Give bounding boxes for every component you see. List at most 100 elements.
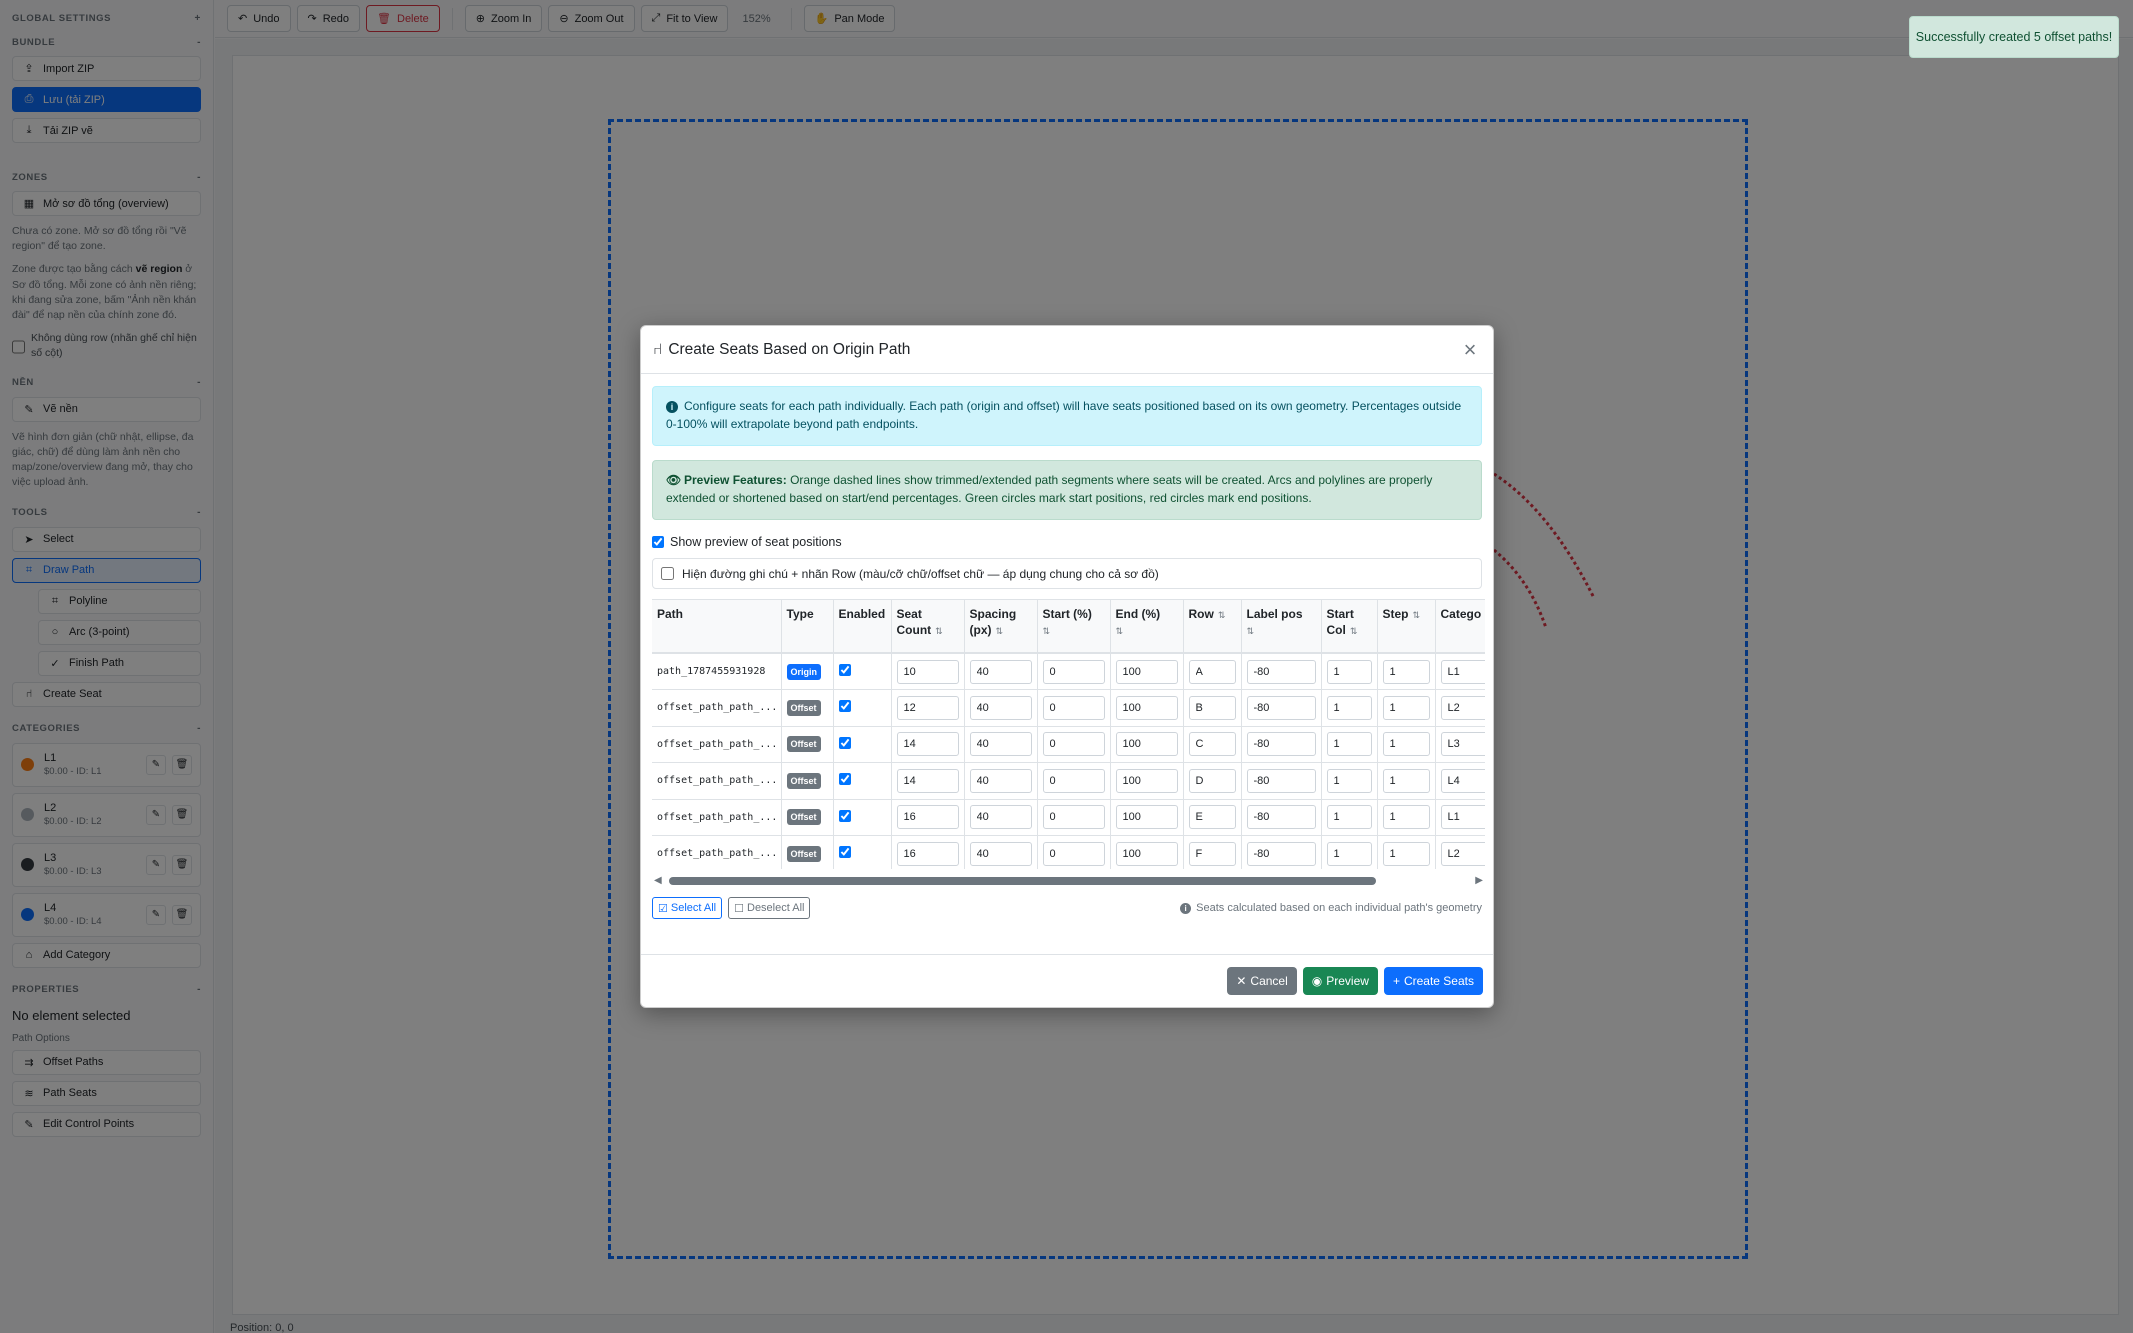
step-input[interactable] bbox=[1382, 841, 1430, 866]
enabled-checkbox[interactable] bbox=[838, 700, 851, 713]
start-percent-input[interactable] bbox=[1042, 659, 1105, 684]
enabled-checkbox[interactable] bbox=[838, 736, 851, 749]
end-percent-input[interactable] bbox=[1115, 841, 1178, 866]
cell bbox=[1110, 835, 1184, 869]
label-pos-input[interactable] bbox=[1246, 841, 1316, 866]
show-preview-checkbox[interactable]: Show preview of seat positions bbox=[652, 534, 1482, 550]
geometry-note: i Seats calculated based on each individu… bbox=[1180, 902, 1482, 914]
step-input[interactable] bbox=[1382, 732, 1430, 757]
start-col-input[interactable] bbox=[1326, 695, 1372, 720]
start-col-input[interactable] bbox=[1326, 841, 1372, 866]
enabled-checkbox[interactable] bbox=[838, 773, 851, 786]
spacing-input[interactable] bbox=[969, 732, 1032, 757]
row-input[interactable] bbox=[1188, 695, 1236, 720]
start-percent-input[interactable] bbox=[1042, 732, 1105, 757]
row-input[interactable] bbox=[1188, 659, 1236, 684]
cell bbox=[964, 653, 1038, 690]
seat-count-input[interactable] bbox=[896, 659, 959, 684]
start-percent-input[interactable] bbox=[1042, 841, 1105, 866]
checkbox[interactable] bbox=[652, 536, 664, 548]
cancel-button[interactable]: ✕ Cancel bbox=[1227, 967, 1297, 995]
header-label: Step bbox=[1382, 607, 1409, 621]
enabled-checkbox[interactable] bbox=[838, 846, 851, 859]
category-input[interactable] bbox=[1440, 768, 1485, 793]
spacing-input[interactable] bbox=[969, 695, 1032, 720]
row-input[interactable] bbox=[1188, 768, 1236, 793]
category-input[interactable] bbox=[1440, 659, 1485, 684]
seat-count-input[interactable] bbox=[896, 805, 959, 830]
label-pos-input[interactable] bbox=[1246, 659, 1316, 684]
start-percent-input[interactable] bbox=[1042, 805, 1105, 830]
create-seats-button[interactable]: + Create Seats bbox=[1383, 967, 1483, 995]
end-percent-input[interactable] bbox=[1115, 659, 1178, 684]
label-pos-input[interactable] bbox=[1246, 768, 1316, 793]
select-all-button[interactable]: ☑ Select All bbox=[652, 897, 723, 919]
row-input[interactable] bbox=[1188, 841, 1236, 866]
enabled-checkbox[interactable] bbox=[838, 809, 851, 822]
sort-icon[interactable]: ⇅ bbox=[1043, 626, 1051, 636]
col-header-path: Path bbox=[652, 600, 782, 654]
row-note-checkbox[interactable]: Hiện đường ghi chú + nhãn Row (màu/cỡ ch… bbox=[652, 558, 1482, 589]
sort-icon[interactable]: ⇅ bbox=[1413, 610, 1421, 620]
label-pos-input[interactable] bbox=[1246, 695, 1316, 720]
col-header-start-col[interactable]: Start Col ⇅ bbox=[1321, 600, 1378, 654]
end-percent-input[interactable] bbox=[1115, 732, 1178, 757]
start-col-input[interactable] bbox=[1326, 732, 1372, 757]
col-header-end[interactable]: End (%) ⇅ bbox=[1110, 600, 1184, 654]
row-input[interactable] bbox=[1188, 805, 1236, 830]
spacing-input[interactable] bbox=[969, 768, 1032, 793]
category-input[interactable] bbox=[1440, 805, 1485, 830]
col-header-seat-count[interactable]: Seat Count ⇅ bbox=[891, 600, 965, 654]
sort-icon[interactable]: ⇅ bbox=[1247, 626, 1255, 636]
spacing-input[interactable] bbox=[969, 841, 1032, 866]
label-pos-input[interactable] bbox=[1246, 732, 1316, 757]
start-percent-input[interactable] bbox=[1042, 695, 1105, 720]
end-percent-input[interactable] bbox=[1115, 768, 1178, 793]
seat-count-input[interactable] bbox=[896, 841, 959, 866]
start-col-input[interactable] bbox=[1326, 768, 1372, 793]
cell bbox=[964, 726, 1038, 763]
sort-icon[interactable]: ⇅ bbox=[1350, 626, 1358, 636]
spacing-input[interactable] bbox=[969, 805, 1032, 830]
checkbox[interactable] bbox=[661, 567, 674, 580]
type-badge: Offset bbox=[786, 772, 821, 789]
start-col-input[interactable] bbox=[1326, 659, 1372, 684]
step-input[interactable] bbox=[1382, 805, 1430, 830]
category-input[interactable] bbox=[1440, 841, 1485, 866]
col-header-step[interactable]: Step ⇅ bbox=[1377, 600, 1436, 654]
col-header-label-pos[interactable]: Label pos ⇅ bbox=[1241, 600, 1322, 654]
scrollbar-thumb[interactable] bbox=[669, 877, 1376, 885]
close-icon[interactable]: × bbox=[1459, 338, 1481, 361]
step-input[interactable] bbox=[1382, 695, 1430, 720]
paths-table-container[interactable]: Path Type Enabled Seat Count ⇅ Spacing (p… bbox=[652, 599, 1485, 869]
col-header-start[interactable]: Start (%) ⇅ bbox=[1037, 600, 1111, 654]
preview-button[interactable]: ◉ Preview bbox=[1302, 967, 1378, 995]
category-input[interactable] bbox=[1440, 732, 1485, 757]
enabled-checkbox[interactable] bbox=[838, 664, 851, 676]
end-percent-input[interactable] bbox=[1115, 805, 1178, 830]
sort-icon[interactable]: ⇅ bbox=[935, 626, 943, 636]
label-pos-input[interactable] bbox=[1246, 805, 1316, 830]
start-percent-input[interactable] bbox=[1042, 768, 1105, 793]
col-header-spacing[interactable]: Spacing (px) ⇅ bbox=[964, 600, 1038, 654]
seat-count-input[interactable] bbox=[896, 695, 959, 720]
scroll-left-icon[interactable]: ◀ bbox=[654, 875, 662, 886]
horizontal-scrollbar[interactable]: ◀ ▶ bbox=[652, 873, 1485, 889]
seat-count-input[interactable] bbox=[896, 768, 959, 793]
sort-icon[interactable]: ⇅ bbox=[1116, 626, 1124, 636]
sort-icon[interactable]: ⇅ bbox=[1218, 610, 1226, 620]
end-percent-input[interactable] bbox=[1115, 695, 1178, 720]
sort-icon[interactable]: ⇅ bbox=[996, 626, 1004, 636]
seat-count-input[interactable] bbox=[896, 732, 959, 757]
col-header-row[interactable]: Row ⇅ bbox=[1183, 600, 1242, 654]
step-input[interactable] bbox=[1382, 768, 1430, 793]
category-input[interactable] bbox=[1440, 695, 1485, 720]
spacing-input[interactable] bbox=[969, 659, 1032, 684]
scroll-right-icon[interactable]: ▶ bbox=[1475, 875, 1483, 886]
start-col-input[interactable] bbox=[1326, 805, 1372, 830]
deselect-all-button[interactable]: ☐ Deselect All bbox=[728, 897, 811, 919]
table-row: offset_path_path_... Offset bbox=[652, 689, 1485, 727]
row-input[interactable] bbox=[1188, 732, 1236, 757]
type-badge: Offset bbox=[786, 736, 821, 753]
step-input[interactable] bbox=[1382, 659, 1430, 684]
